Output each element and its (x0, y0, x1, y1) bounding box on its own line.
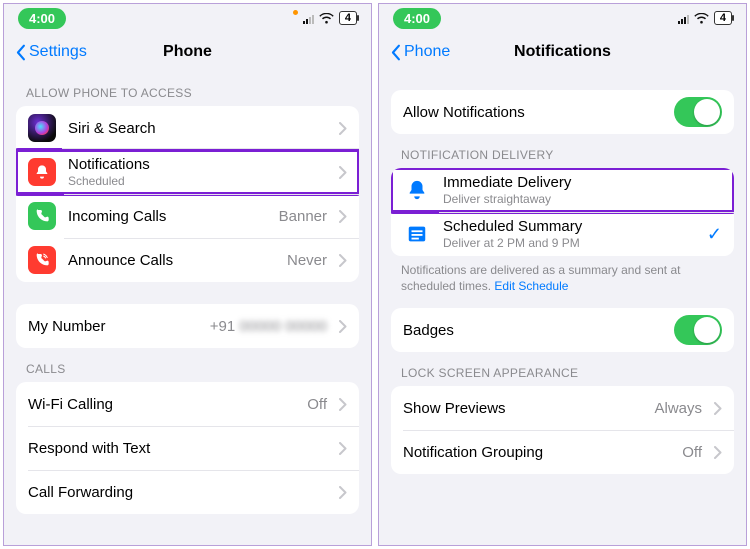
row-title: Notifications (68, 156, 327, 173)
chevron-right-icon (714, 446, 722, 459)
group-delivery: Immediate Delivery Deliver straightaway … (391, 168, 734, 256)
group-badges: Badges (391, 308, 734, 352)
status-bar: 4:00 4 (379, 4, 746, 32)
chevron-right-icon (339, 166, 347, 179)
row-notification-grouping[interactable]: Notification Grouping Off (391, 430, 734, 474)
nav-bar: Phone Notifications (379, 32, 746, 72)
chevron-right-icon (339, 320, 347, 333)
row-my-number[interactable]: My Number +91 00000 00000 (16, 304, 359, 348)
recording-indicator-icon (293, 10, 298, 15)
phone-settings-screen: 4:00 4 Settings Phone ALLOW PHONE TO ACC… (3, 3, 372, 546)
row-title: My Number (28, 318, 198, 335)
row-wifi-calling[interactable]: Wi-Fi Calling Off (16, 382, 359, 426)
row-scheduled-summary[interactable]: Scheduled Summary Deliver at 2 PM and 9 … (391, 212, 734, 256)
section-header-delivery: NOTIFICATION DELIVERY (391, 134, 734, 168)
group-access: Siri & Search Notifications Scheduled In… (16, 106, 359, 282)
row-value: Always (654, 400, 702, 417)
status-time: 4:00 (393, 8, 441, 29)
chevron-right-icon (714, 402, 722, 415)
row-incoming-calls[interactable]: Incoming Calls Banner (16, 194, 359, 238)
row-value: Off (682, 444, 702, 461)
row-title: Badges (403, 322, 662, 339)
row-badges[interactable]: Badges (391, 308, 734, 352)
status-time: 4:00 (18, 8, 66, 29)
nav-bar: Settings Phone (4, 32, 371, 72)
row-subtitle: Scheduled (68, 174, 327, 188)
row-title: Show Previews (403, 400, 642, 417)
row-title: Call Forwarding (28, 484, 327, 501)
status-indicators: 4 (293, 11, 357, 25)
row-notifications[interactable]: Notifications Scheduled (16, 148, 359, 196)
row-title: Notification Grouping (403, 444, 670, 461)
row-title: Siri & Search (68, 120, 327, 137)
battery-indicator: 4 (714, 11, 732, 25)
battery-indicator: 4 (339, 11, 357, 25)
delivery-footer: Notifications are delivered as a summary… (391, 256, 734, 298)
group-allow: Allow Notifications (391, 90, 734, 134)
bell-icon (28, 158, 56, 186)
bell-fill-icon (403, 176, 431, 204)
status-bar: 4:00 4 (4, 4, 371, 32)
row-value: Never (287, 252, 327, 269)
chevron-right-icon (339, 398, 347, 411)
chevron-right-icon (339, 210, 347, 223)
row-announce-calls[interactable]: Announce Calls Never (16, 238, 359, 282)
notifications-settings-screen: 4:00 4 Phone Notifications Allow Notific… (378, 3, 747, 546)
row-immediate-delivery[interactable]: Immediate Delivery Deliver straightaway (391, 168, 734, 214)
announce-icon (28, 246, 56, 274)
row-subtitle: Deliver at 2 PM and 9 PM (443, 236, 695, 250)
row-call-forwarding[interactable]: Call Forwarding (16, 470, 359, 514)
row-respond-text[interactable]: Respond with Text (16, 426, 359, 470)
content-scroll[interactable]: ALLOW PHONE TO ACCESS Siri & Search Noti… (4, 72, 371, 545)
chevron-left-icon (389, 44, 402, 61)
chevron-right-icon (339, 486, 347, 499)
summary-icon (403, 220, 431, 248)
row-title: Incoming Calls (68, 208, 267, 225)
toggle-allow-notifications[interactable] (674, 97, 722, 127)
row-title: Scheduled Summary (443, 218, 695, 235)
wifi-icon (694, 13, 709, 24)
section-header-access: ALLOW PHONE TO ACCESS (16, 72, 359, 106)
toggle-badges[interactable] (674, 315, 722, 345)
wifi-icon (319, 13, 334, 24)
row-value: Off (307, 396, 327, 413)
chevron-right-icon (339, 254, 347, 267)
row-title: Announce Calls (68, 252, 275, 269)
row-subtitle: Deliver straightaway (443, 192, 722, 206)
group-calls: Wi-Fi Calling Off Respond with Text Call… (16, 382, 359, 514)
row-value: +91 00000 00000 (210, 318, 327, 335)
back-label: Settings (29, 43, 87, 61)
row-value: Banner (279, 208, 327, 225)
row-title: Respond with Text (28, 440, 327, 457)
back-button[interactable]: Settings (14, 43, 87, 61)
chevron-left-icon (14, 44, 27, 61)
row-title: Immediate Delivery (443, 174, 722, 191)
chevron-right-icon (339, 442, 347, 455)
row-title: Wi-Fi Calling (28, 396, 295, 413)
edit-schedule-link[interactable]: Edit Schedule (494, 279, 568, 293)
cell-signal-icon (678, 13, 689, 24)
cell-signal-icon (303, 13, 314, 24)
chevron-right-icon (339, 122, 347, 135)
row-title: Allow Notifications (403, 104, 662, 121)
row-allow-notifications[interactable]: Allow Notifications (391, 90, 734, 134)
redacted-number: 00000 00000 (239, 318, 327, 335)
row-siri-search[interactable]: Siri & Search (16, 106, 359, 150)
row-show-previews[interactable]: Show Previews Always (391, 386, 734, 430)
section-header-lockscreen: LOCK SCREEN APPEARANCE (391, 352, 734, 386)
siri-icon (28, 114, 56, 142)
back-button[interactable]: Phone (389, 43, 450, 61)
group-mynumber: My Number +91 00000 00000 (16, 304, 359, 348)
checkmark-icon: ✓ (707, 224, 722, 245)
back-label: Phone (404, 43, 450, 61)
section-header-calls: CALLS (16, 348, 359, 382)
group-lockscreen: Show Previews Always Notification Groupi… (391, 386, 734, 474)
status-indicators: 4 (678, 11, 732, 25)
phone-incoming-icon (28, 202, 56, 230)
content-scroll[interactable]: Allow Notifications NOTIFICATION DELIVER… (379, 72, 746, 545)
